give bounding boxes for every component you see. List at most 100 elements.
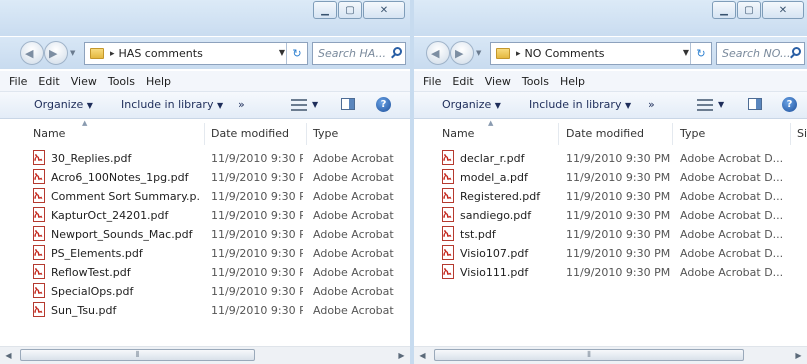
search-placeholder[interactable]: Search HA... <box>318 47 386 60</box>
pdf-file-icon: ኢ <box>442 264 455 280</box>
acrobat-swirl-glyph: ኢ <box>443 190 452 201</box>
file-date-modified: 11/9/2010 9:30 PM <box>211 152 303 165</box>
column-divider[interactable] <box>306 123 307 145</box>
file-date-modified: 11/9/2010 9:30 PM <box>566 228 670 241</box>
breadcrumb-arrow-icon[interactable]: ▸ <box>516 49 521 59</box>
file-row[interactable]: ኢ Registered.pdf 11/9/2010 9:30 PM Adobe Ac… <box>414 187 807 206</box>
preview-pane-icon[interactable] <box>748 98 762 110</box>
back-button[interactable]: ◀ <box>20 41 44 65</box>
back-button[interactable]: ◀ <box>426 41 450 65</box>
refresh-icon[interactable]: ↻ <box>690 43 711 64</box>
recent-pages-chevron-icon[interactable]: ▼ <box>70 49 75 57</box>
include-in-library-button[interactable]: Include in library ▼ <box>529 98 631 111</box>
file-row[interactable]: ኢ Visio107.pdf 11/9/2010 9:30 PM Adobe Acro… <box>414 244 807 263</box>
breadcrumb-folder[interactable]: NO Comments <box>525 47 605 60</box>
address-dropdown-icon[interactable]: ▼ <box>683 48 689 57</box>
menu-file[interactable]: File <box>9 75 27 88</box>
search-icon[interactable] <box>393 47 402 56</box>
menu-edit[interactable]: Edit <box>452 75 473 88</box>
maximize-button[interactable]: ▢ <box>737 1 761 19</box>
column-date-modified[interactable]: Date modified <box>566 127 644 140</box>
file-row[interactable]: ኢ sandiego.pdf 11/9/2010 9:30 PM Adobe Acro… <box>414 206 807 225</box>
forward-button[interactable]: ▶ <box>44 41 68 65</box>
views-icon[interactable] <box>291 99 307 111</box>
column-divider[interactable] <box>204 123 205 145</box>
file-row[interactable]: ኢ model_a.pdf 11/9/2010 9:30 PM Adobe Acrob… <box>414 168 807 187</box>
file-row[interactable]: ኢ 30_Replies.pdf 11/9/2010 9:30 PM Adobe Ac… <box>0 149 410 168</box>
file-row[interactable]: ኢ ReflowTest.pdf 11/9/2010 9:30 PM Adobe Ac… <box>0 263 410 282</box>
more-commands-button[interactable]: » <box>648 98 655 111</box>
views-icon[interactable] <box>697 99 713 111</box>
file-row[interactable]: ኢ Acro6_100Notes_1pg.pdf 11/9/2010 9:30 PM… <box>0 168 410 187</box>
menu-view[interactable]: View <box>485 75 511 88</box>
scroll-right-icon[interactable]: ▶ <box>393 347 410 364</box>
file-row[interactable]: ኢ Visio111.pdf 11/9/2010 9:30 PM Adobe Acro… <box>414 263 807 282</box>
help-icon[interactable]: ? <box>376 97 391 112</box>
search-icon[interactable] <box>792 47 801 56</box>
column-divider[interactable] <box>790 123 791 145</box>
menu-tools[interactable]: Tools <box>522 75 549 88</box>
column-type[interactable]: Type <box>313 127 338 140</box>
forward-button[interactable]: ▶ <box>450 41 474 65</box>
column-divider[interactable] <box>672 123 673 145</box>
title-bar[interactable]: ▁ ▢ ✕ <box>414 0 807 36</box>
scrollbar-thumb[interactable]: ⦀ <box>20 349 255 361</box>
search-placeholder[interactable]: Search NO... <box>722 47 790 60</box>
file-row[interactable]: ኢ Sun_Tsu.pdf 11/9/2010 9:30 PM Adobe Acrob… <box>0 301 410 320</box>
address-dropdown-icon[interactable]: ▼ <box>279 48 285 57</box>
recent-pages-chevron-icon[interactable]: ▼ <box>476 49 481 57</box>
address-row: ◀ ▶ ▼ ▸ HAS comments ▼ ↻ Search HA... <box>0 37 410 69</box>
horizontal-scrollbar[interactable]: ◀ ⦀ ▶ <box>414 346 807 364</box>
acrobat-swirl-glyph: ኢ <box>34 209 43 220</box>
menu-edit[interactable]: Edit <box>38 75 59 88</box>
views-chevron-down-icon[interactable]: ▼ <box>312 100 318 109</box>
file-row[interactable]: ኢ SpecialOps.pdf 11/9/2010 9:30 PM Adobe Ac… <box>0 282 410 301</box>
more-commands-button[interactable]: » <box>238 98 245 111</box>
refresh-icon[interactable]: ↻ <box>286 43 307 64</box>
acrobat-swirl-glyph: ኢ <box>34 247 43 258</box>
close-button[interactable]: ✕ <box>363 1 405 19</box>
breadcrumb-arrow-icon[interactable]: ▸ <box>110 49 115 59</box>
horizontal-scrollbar[interactable]: ◀ ⦀ ▶ <box>0 346 410 364</box>
scroll-right-icon[interactable]: ▶ <box>790 347 807 364</box>
file-row[interactable]: ኢ KapturOct_24201.pdf 11/9/2010 9:30 PM Ado… <box>0 206 410 225</box>
minimize-button[interactable]: ▁ <box>712 1 736 19</box>
column-size[interactable]: Si <box>797 127 807 140</box>
address-bar[interactable]: ▸ NO Comments ▼ ↻ <box>490 42 712 65</box>
include-in-library-button[interactable]: Include in library ▼ <box>121 98 223 111</box>
file-row[interactable]: ኢ tst.pdf 11/9/2010 9:30 PM Adobe Acrobat D… <box>414 225 807 244</box>
breadcrumb-folder[interactable]: HAS comments <box>119 47 203 60</box>
menu-help[interactable]: Help <box>146 75 171 88</box>
scrollbar-thumb[interactable]: ⦀ <box>434 349 744 361</box>
menu-help[interactable]: Help <box>560 75 585 88</box>
minimize-button[interactable]: ▁ <box>313 1 337 19</box>
column-date-modified[interactable]: Date modified <box>211 127 289 140</box>
help-icon[interactable]: ? <box>782 97 797 112</box>
scroll-left-icon[interactable]: ◀ <box>0 347 17 364</box>
file-row[interactable]: ኢ declar_r.pdf 11/9/2010 9:30 PM Adobe Acro… <box>414 149 807 168</box>
organize-button[interactable]: Organize ▼ <box>442 98 501 111</box>
file-date-modified: 11/9/2010 9:30 PM <box>566 171 670 184</box>
column-divider[interactable] <box>558 123 559 145</box>
scroll-left-icon[interactable]: ◀ <box>414 347 431 364</box>
menu-tools[interactable]: Tools <box>108 75 135 88</box>
preview-pane-icon[interactable] <box>341 98 355 110</box>
column-name[interactable]: Name <box>442 127 474 140</box>
search-box[interactable]: Search NO... <box>716 42 805 65</box>
file-row[interactable]: ኢ PS_Elements.pdf 11/9/2010 9:30 PM Adobe A… <box>0 244 410 263</box>
file-row[interactable]: ኢ Newport_Sounds_Mac.pdf 11/9/2010 9:30 PM… <box>0 225 410 244</box>
address-bar[interactable]: ▸ HAS comments ▼ ↻ <box>84 42 308 65</box>
title-bar[interactable]: ▁ ▢ ✕ <box>0 0 410 36</box>
column-name[interactable]: Name <box>33 127 65 140</box>
maximize-button[interactable]: ▢ <box>338 1 362 19</box>
search-box[interactable]: Search HA... <box>312 42 406 65</box>
column-type[interactable]: Type <box>680 127 705 140</box>
menu-file[interactable]: File <box>423 75 441 88</box>
menu-view[interactable]: View <box>71 75 97 88</box>
views-chevron-down-icon[interactable]: ▼ <box>718 100 724 109</box>
organize-button[interactable]: Organize ▼ <box>34 98 93 111</box>
file-row[interactable]: ኢ Comment Sort Summary.p... 11/9/2010 9:30… <box>0 187 410 206</box>
file-name: Comment Sort Summary.p... <box>51 190 201 203</box>
caption-buttons: ▁ ▢ ✕ <box>711 1 804 21</box>
close-button[interactable]: ✕ <box>762 1 804 19</box>
